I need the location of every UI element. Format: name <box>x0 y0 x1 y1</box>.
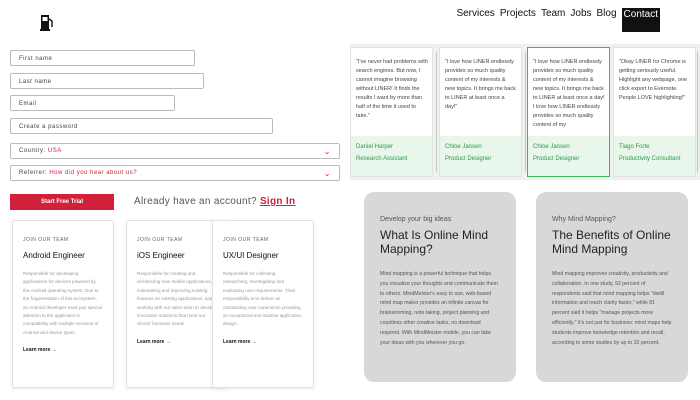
referrer-value: How did you hear about us? <box>49 170 138 176</box>
country-label: Country: <box>19 148 46 154</box>
password-field[interactable]: Create a password <box>10 118 273 134</box>
job-eyebrow: JOIN OUR TEAM <box>137 237 183 243</box>
sign-in-link[interactable]: Sign In <box>260 196 295 207</box>
job-eyebrow: JOIN OUR TEAM <box>23 237 69 243</box>
job-cards: JOIN OUR TEAM Android Engineer Responsib… <box>10 220 345 400</box>
testimonial-name: Daniel Harper <box>356 144 394 150</box>
testimonial-footer: Tiago Forte Productivity Consultant <box>614 136 695 176</box>
top-nav: Services Projects Team Jobs Blog Contact <box>456 8 660 32</box>
testimonial-role: Research Assistant <box>356 156 408 162</box>
start-free-trial-button[interactable]: Start Free Trial <box>10 194 114 210</box>
job-description: Responsible for collecting, researching,… <box>223 271 302 327</box>
divider <box>436 52 437 172</box>
testimonial-name: Tiago Forte <box>619 144 650 150</box>
last-name-field[interactable]: Last name <box>10 73 204 89</box>
job-description: Responsible for creating and architectin… <box>137 271 217 327</box>
testimonials-carousel: "I've never had problems with search eng… <box>350 44 700 180</box>
email-field[interactable]: Email <box>10 95 175 111</box>
nav-blog[interactable]: Blog <box>597 8 617 32</box>
testimonial-card[interactable]: "I've never had problems with search eng… <box>350 47 433 177</box>
country-value: USA <box>47 148 62 154</box>
testimonial-card[interactable]: "Okay LINER for Chrome is getting seriou… <box>613 47 696 177</box>
learn-more-link[interactable]: Learn more → <box>23 347 103 353</box>
testimonial-footer: Chloe Jansen Product Designer <box>528 136 609 176</box>
job-card-ux-ui[interactable]: JOIN OUR TEAM UX/UI Designer Responsible… <box>212 220 314 388</box>
learn-more-link[interactable]: Learn more → <box>223 339 303 345</box>
account-prompt: Already have an account? Sign In <box>134 196 295 207</box>
job-title: Android Engineer <box>23 251 85 260</box>
country-label-group: Country: USA <box>19 148 62 154</box>
nav-projects[interactable]: Projects <box>500 8 536 32</box>
chevron-down-icon: ⌄ <box>323 146 331 156</box>
job-description: Responsible for developing applications … <box>23 271 102 335</box>
fuel-pump-icon[interactable] <box>40 12 54 32</box>
testimonial-name: Chloe Jansen <box>445 144 482 150</box>
nav-services[interactable]: Services <box>456 8 494 32</box>
info-body: Mind mapping improves creativity, produc… <box>552 271 672 346</box>
learn-more-link[interactable]: Learn more → <box>137 339 217 345</box>
nav-team[interactable]: Team <box>541 8 565 32</box>
divider <box>697 52 698 172</box>
chevron-down-icon: ⌄ <box>323 168 331 178</box>
testimonial-quote: "I love how LINER endlessly provides so … <box>445 59 516 110</box>
testimonial-role: Productivity Consultant <box>619 156 681 162</box>
nav-contact[interactable]: Contact <box>621 8 660 32</box>
first-name-field[interactable]: First name <box>10 50 195 66</box>
referrer-select[interactable]: Referrer: How did you hear about us? ⌄ <box>10 165 340 181</box>
testimonial-quote: "Okay LINER for Chrome is getting seriou… <box>619 59 687 101</box>
referrer-label: Referrer: <box>19 170 48 176</box>
testimonial-footer: Chloe Jansen Product Designer <box>440 136 521 176</box>
job-card-android[interactable]: JOIN OUR TEAM Android Engineer Responsib… <box>12 220 114 388</box>
testimonial-quote: "I love how LINER endlessly provides so … <box>533 59 605 128</box>
job-eyebrow: JOIN OUR TEAM <box>223 237 269 243</box>
info-card-benefits: Why Mind Mapping? The Benefits of Online… <box>536 192 688 382</box>
account-prompt-text: Already have an account? <box>134 196 257 207</box>
testimonial-role: Product Designer <box>445 156 492 162</box>
nav-jobs[interactable]: Jobs <box>570 8 591 32</box>
testimonial-quote: "I've never had problems with search eng… <box>356 59 428 119</box>
info-card-what-is: Develop your big ideas What Is Online Mi… <box>364 192 516 382</box>
testimonial-role: Product Designer <box>533 156 580 162</box>
info-title: The Benefits of Online Mind Mapping <box>552 228 671 256</box>
info-body: Mind mapping is a powerful technique tha… <box>380 271 498 346</box>
job-title: UX/UI Designer <box>223 251 279 260</box>
info-title: What Is Online Mind Mapping? <box>380 228 489 256</box>
info-eyebrow: Develop your big ideas <box>380 216 452 223</box>
referrer-label-group: Referrer: How did you hear about us? <box>19 170 137 176</box>
testimonial-card[interactable]: "I love how LINER endlessly provides so … <box>439 47 522 177</box>
job-title: iOS Engineer <box>137 251 185 260</box>
divider <box>525 52 526 172</box>
country-select[interactable]: Country: USA ⌄ <box>10 143 340 159</box>
testimonial-card[interactable]: "I love how LINER endlessly provides so … <box>527 47 610 177</box>
testimonial-footer: Daniel Harper Research Assistant <box>351 136 432 176</box>
testimonial-name: Chloe Jansen <box>533 144 570 150</box>
info-eyebrow: Why Mind Mapping? <box>552 216 616 223</box>
